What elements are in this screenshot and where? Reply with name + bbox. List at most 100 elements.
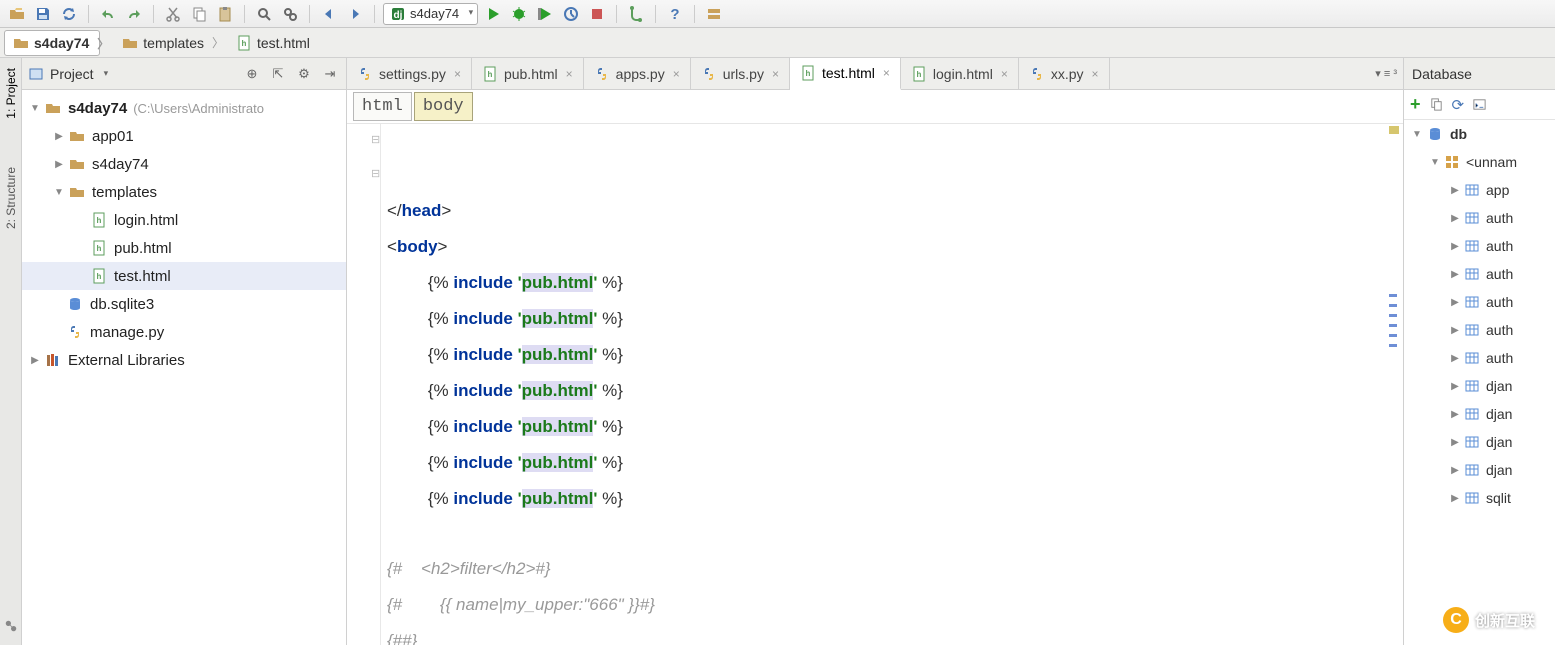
editor-tab-pub[interactable]: h pub.html×: [472, 58, 584, 89]
refresh-button[interactable]: ⟳: [1452, 96, 1465, 114]
database-panel: Database + ⟳ ▼ db ▼ <unnam ▶app▶: [1403, 58, 1555, 645]
editor-tab-urls[interactable]: urls.py×: [691, 58, 790, 89]
editor-tab-xx[interactable]: xx.py×: [1019, 58, 1110, 89]
collapse-all-button[interactable]: ⇱: [268, 64, 288, 84]
db-table[interactable]: ▶auth: [1404, 204, 1555, 232]
stop-button[interactable]: [586, 3, 608, 25]
help-button[interactable]: ?: [664, 3, 686, 25]
console-button[interactable]: [1472, 97, 1487, 112]
tree-file-login[interactable]: h login.html: [22, 206, 346, 234]
replace-button[interactable]: [279, 3, 301, 25]
profile-button[interactable]: [560, 3, 582, 25]
db-table[interactable]: ▶djan: [1404, 456, 1555, 484]
crumb-root[interactable]: s4day74: [4, 30, 100, 56]
db-table[interactable]: ▶djan: [1404, 428, 1555, 456]
db-schema[interactable]: ▼ <unnam: [1404, 148, 1555, 176]
separator: [244, 5, 245, 23]
db-table[interactable]: ▶djan: [1404, 372, 1555, 400]
close-icon[interactable]: ×: [1092, 67, 1099, 81]
db-root[interactable]: ▼ db: [1404, 120, 1555, 148]
tree-external-libraries[interactable]: ▶ External Libraries: [22, 346, 346, 374]
scroll-from-source-button[interactable]: ⊕: [242, 64, 262, 84]
fold-handle-icon[interactable]: ⊟: [371, 167, 380, 180]
duplicate-button[interactable]: [1429, 97, 1444, 112]
editor-tab-test[interactable]: h test.html×: [790, 58, 901, 90]
edit-marker: [1389, 314, 1397, 317]
editor-gutter[interactable]: ⊟ ⊟: [347, 124, 381, 645]
rail-other-button[interactable]: [0, 615, 22, 637]
rail-tab-project[interactable]: 1: Project: [4, 64, 18, 123]
tree-folder-templates[interactable]: ▼ templates: [22, 178, 346, 206]
copy-button[interactable]: [188, 3, 210, 25]
tree-root[interactable]: ▼ s4day74(C:\Users\Administrato: [22, 94, 346, 122]
save-button[interactable]: [32, 3, 54, 25]
close-icon[interactable]: ×: [772, 67, 779, 81]
struct-crumb-html[interactable]: html: [353, 92, 412, 121]
svg-text:h: h: [97, 272, 102, 281]
hide-panel-button[interactable]: ⇥: [320, 64, 340, 84]
database-panel-header[interactable]: Database: [1404, 58, 1555, 90]
tree-folder-s4day74[interactable]: ▶ s4day74: [22, 150, 346, 178]
undo-button[interactable]: [97, 3, 119, 25]
db-table[interactable]: ▶auth: [1404, 260, 1555, 288]
inspection-marker[interactable]: [1389, 126, 1399, 134]
db-table[interactable]: ▶djan: [1404, 400, 1555, 428]
forward-button[interactable]: [344, 3, 366, 25]
project-tree[interactable]: ▼ s4day74(C:\Users\Administrato ▶ app01 …: [22, 90, 346, 645]
cut-button[interactable]: [162, 3, 184, 25]
close-icon[interactable]: ×: [883, 66, 890, 80]
svg-text:dj: dj: [394, 10, 403, 21]
find-button[interactable]: [253, 3, 275, 25]
db-table[interactable]: ▶auth: [1404, 288, 1555, 316]
db-table[interactable]: ▶auth: [1404, 344, 1555, 372]
tree-file-test[interactable]: h test.html: [22, 262, 346, 290]
debug-button[interactable]: [508, 3, 530, 25]
coverage-button[interactable]: [534, 3, 556, 25]
editor-tab-apps[interactable]: apps.py×: [584, 58, 691, 89]
code-editor[interactable]: </head> <body> {% include 'pub.html' %} …: [381, 124, 1403, 645]
crumb-file[interactable]: h test.html: [228, 30, 320, 56]
error-stripe[interactable]: [1389, 124, 1399, 645]
tree-file-manage[interactable]: manage.py: [22, 318, 346, 346]
database-tree[interactable]: ▼ db ▼ <unnam ▶app▶auth▶auth▶auth▶auth▶a…: [1404, 120, 1555, 645]
close-icon[interactable]: ×: [454, 67, 461, 81]
close-icon[interactable]: ×: [566, 67, 573, 81]
separator: [694, 5, 695, 23]
db-table[interactable]: ▶sqlit: [1404, 484, 1555, 512]
struct-crumb-body[interactable]: body: [414, 92, 473, 121]
close-icon[interactable]: ×: [1001, 67, 1008, 81]
vcs-button[interactable]: [625, 3, 647, 25]
editor-tab-login[interactable]: h login.html×: [901, 58, 1019, 89]
db-table[interactable]: ▶auth: [1404, 232, 1555, 260]
paste-button[interactable]: [214, 3, 236, 25]
sync-button[interactable]: [58, 3, 80, 25]
db-table[interactable]: ▶auth: [1404, 316, 1555, 344]
run-configuration-dropdown[interactable]: dj s4day74: [383, 3, 478, 25]
close-icon[interactable]: ×: [673, 67, 680, 81]
fold-handle-icon[interactable]: ⊟: [371, 133, 380, 146]
tab-list-icon[interactable]: ▾ ≡ ³: [1375, 67, 1397, 80]
panel-settings-button[interactable]: ⚙: [294, 64, 314, 84]
svg-text:h: h: [806, 69, 811, 78]
db-table[interactable]: ▶app: [1404, 176, 1555, 204]
run-button[interactable]: [482, 3, 504, 25]
rail-tab-structure[interactable]: 2: Structure: [4, 163, 18, 233]
navigation-breadcrumb: s4day74 templates h test.html: [0, 28, 1555, 58]
tree-folder-app01[interactable]: ▶ app01: [22, 122, 346, 150]
separator: [88, 5, 89, 23]
open-button[interactable]: [6, 3, 28, 25]
settings-button[interactable]: [703, 3, 725, 25]
editor-tabstrip: settings.py× h pub.html× apps.py× urls.p…: [347, 58, 1403, 90]
tree-file-db[interactable]: db.sqlite3: [22, 290, 346, 318]
back-button[interactable]: [318, 3, 340, 25]
crumb-folder[interactable]: templates: [114, 30, 214, 56]
project-view-dropdown[interactable]: Project: [28, 66, 236, 82]
svg-text:h: h: [97, 244, 102, 253]
left-tool-rail: 1: Project 2: Structure: [0, 58, 22, 645]
redo-button[interactable]: [123, 3, 145, 25]
add-datasource-button[interactable]: +: [1410, 94, 1421, 115]
editor-tab-settings[interactable]: settings.py×: [347, 58, 472, 89]
tree-file-pub[interactable]: h pub.html: [22, 234, 346, 262]
svg-text:h: h: [916, 70, 921, 79]
database-toolbar: + ⟳: [1404, 90, 1555, 120]
